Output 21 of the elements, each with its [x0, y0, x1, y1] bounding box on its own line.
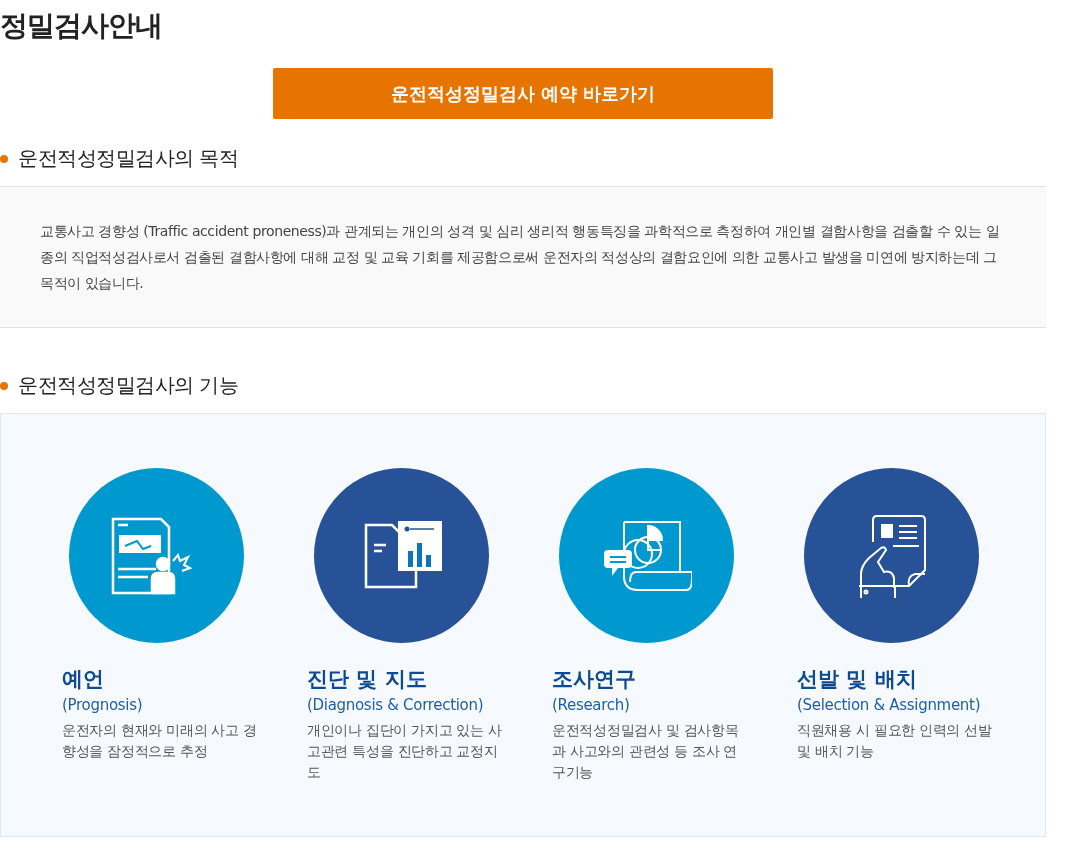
section-heading: 운전적성정밀검사의 기능 — [18, 372, 239, 399]
function-subtitle: (Diagnosis & Correction) — [307, 695, 485, 716]
function-subtitle: (Selection & Assignment) — [797, 695, 982, 716]
document-pie-chart-icon — [601, 519, 692, 592]
function-title: 진단 및 지도 — [307, 666, 428, 693]
function-title: 예언 — [62, 666, 105, 693]
function-description: 개인이나 집단이 가지고 있는 사고관련 특성을 진단하고 교정지도 — [307, 721, 502, 782]
function-title: 선발 및 배치 — [797, 666, 918, 693]
function-description: 운전적성정밀검사 및 검사항목 과 사고와의 관련성 등 조사 연구기능 — [552, 721, 740, 782]
section-heading: 운전적성정밀검사의 목적 — [18, 145, 239, 172]
function-description: 운전자의 현재와 미래의 사고 경향성을 잠정적으로 추정 — [62, 721, 257, 761]
bullet-icon — [0, 154, 8, 163]
reservation-button[interactable]: 운전적성정밀검사 예약 바로가기 — [273, 68, 773, 119]
page-title: 정밀검사안내 — [0, 8, 163, 44]
function-title: 조사연구 — [552, 666, 637, 693]
hand-holding-document-icon — [856, 513, 927, 598]
purpose-text: 교통사고 경향성 (Traffic accident proneness)과 관계되는 개인의 성격 및 심리 생리적 행동특징을 과학적으로 측정하여 개인별 결함사항을 검출할 수 있는 일종의 직업적성검사로서 검출된 결함사항에 대해 교정 및 교육 기회를 제공함으로써 운전자의 적성상의 결함요인에 의한 교통사고 발생을 미연에 방지하는데 그 목적이 있습니다. — [0, 186, 1046, 328]
function-subtitle: (Research) — [552, 695, 631, 716]
function-subtitle: (Prognosis) — [62, 695, 144, 716]
bullet-icon — [0, 381, 8, 390]
function-description: 직원채용 시 필요한 인력의 선발 및 배치 기능 — [797, 721, 992, 761]
